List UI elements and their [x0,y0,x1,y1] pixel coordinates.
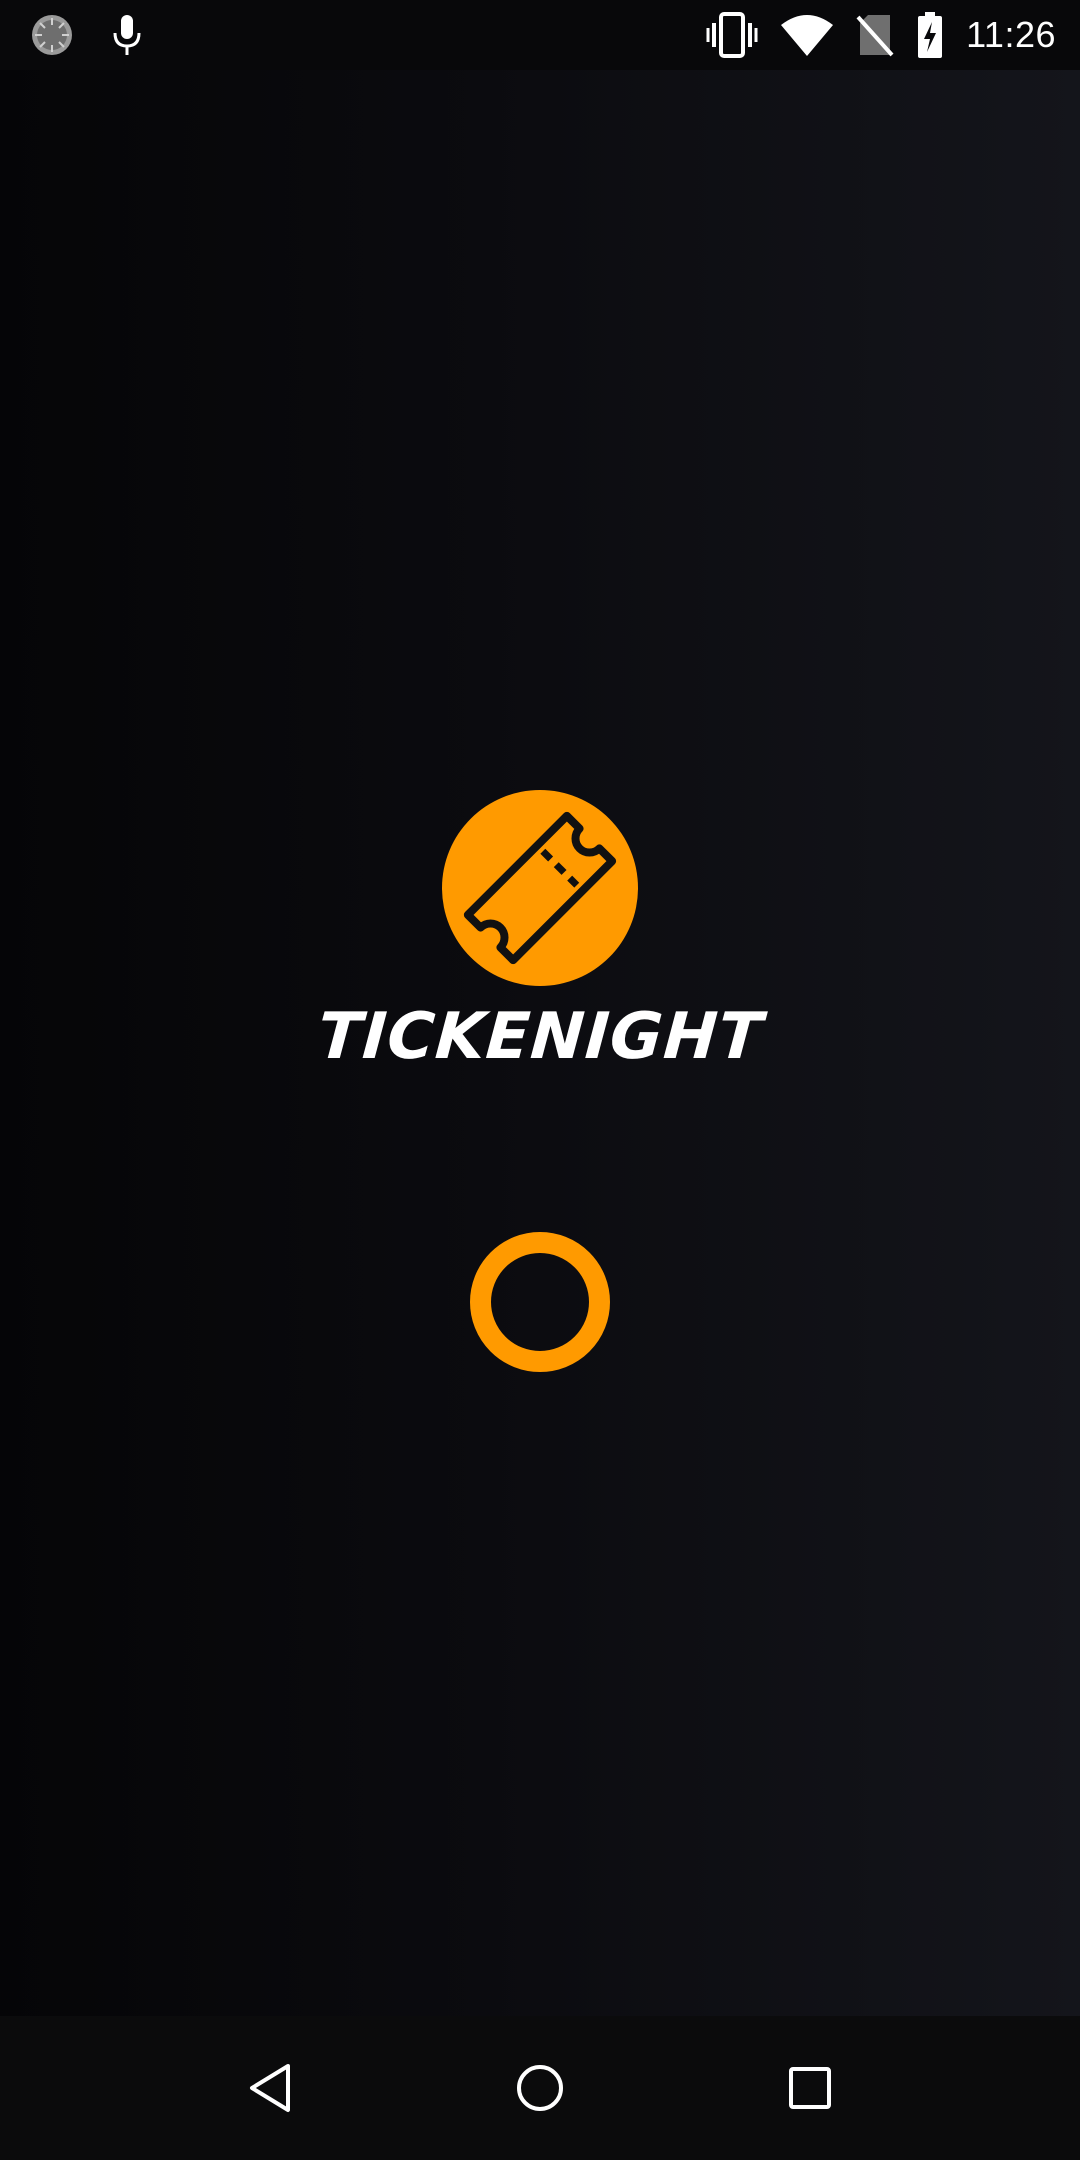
back-button[interactable] [230,2048,310,2128]
home-button[interactable] [500,2048,580,2128]
ticket-icon [442,790,638,986]
back-icon [246,2062,294,2114]
navigation-bar [0,2016,1080,2160]
battery-charging-icon [916,11,944,59]
home-icon [514,2062,566,2114]
splash-screen: 11:26 TICKENIGHT [0,0,1080,2160]
status-bar: 11:26 [0,0,1080,70]
no-sim-icon [856,13,894,57]
loading-spinner [470,1232,610,1372]
recents-icon [786,2064,834,2112]
wifi-icon [780,13,834,57]
status-time: 11:26 [966,14,1056,55]
microphone-icon [112,13,142,57]
sync-icon [30,13,74,57]
brand-name: TICKENIGHT [314,1000,766,1074]
vibrate-icon [706,11,758,59]
recents-button[interactable] [770,2048,850,2128]
app-logo: TICKENIGHT [0,790,1080,1074]
logo-circle [442,790,638,986]
